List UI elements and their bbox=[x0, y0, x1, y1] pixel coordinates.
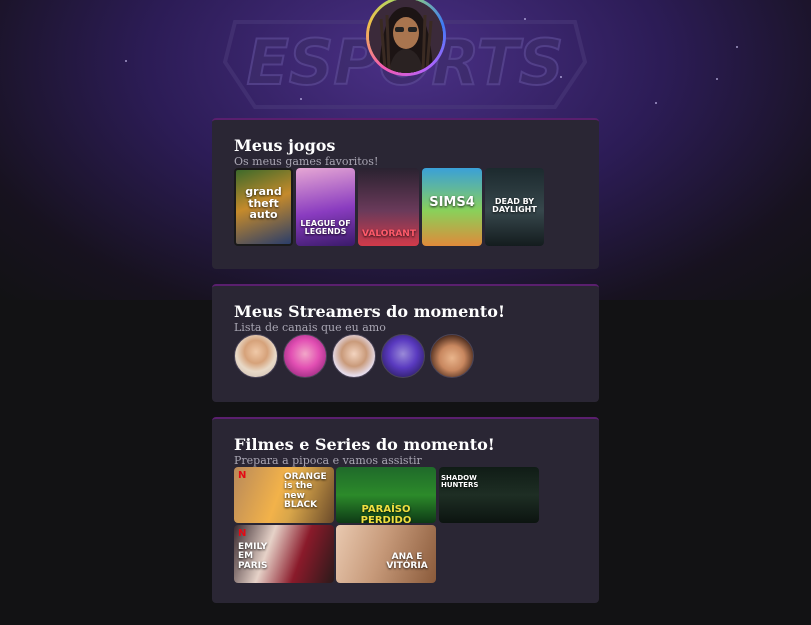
star-decoration bbox=[716, 78, 718, 80]
games-title: Meus jogos bbox=[234, 136, 336, 155]
show-paraiso-perdido[interactable]: PARAÍSO PERDIDO bbox=[336, 467, 436, 523]
show-orange-is-the-new-black-label: ORANGE is the new BLACK bbox=[284, 472, 327, 511]
streamer-avatar-4[interactable] bbox=[381, 334, 425, 378]
streamer-avatar-1[interactable] bbox=[234, 334, 278, 378]
show-paraiso-perdido-label: PARAÍSO PERDIDO bbox=[360, 504, 412, 523]
game-the-sims-4-label: SIMS4 bbox=[429, 195, 475, 210]
game-gta-v[interactable]: grand theft auto bbox=[234, 168, 293, 246]
star-decoration bbox=[736, 46, 738, 48]
game-league-of-legends-label: LEAGUE OF LEGENDS bbox=[300, 219, 351, 237]
star-decoration bbox=[655, 102, 657, 104]
netflix-icon: N bbox=[238, 470, 247, 481]
streamers-card: Meus Streamers do momento! Lista de cana… bbox=[212, 284, 599, 402]
streamer-avatar-3[interactable] bbox=[332, 334, 376, 378]
star-decoration bbox=[125, 60, 127, 62]
game-the-sims-4[interactable]: SIMS4 bbox=[422, 168, 482, 246]
show-shadowhunters[interactable]: SHADOW HUNTERS bbox=[439, 467, 539, 523]
show-shadowhunters-label: SHADOW HUNTERS bbox=[441, 474, 479, 490]
show-emily-em-paris-label: EMILY EM PARIS bbox=[238, 542, 268, 571]
streamers-title: Meus Streamers do momento! bbox=[234, 302, 505, 321]
shows-title: Filmes e Series do momento! bbox=[234, 435, 495, 454]
streamers-subtitle: Lista de canais que eu amo bbox=[234, 321, 386, 334]
show-ana-e-vitoria-label: ANA E VITÓRIA bbox=[386, 552, 428, 572]
show-orange-is-the-new-black[interactable]: N ORANGE is the new BLACK bbox=[234, 467, 334, 523]
shows-subtitle: Prepara a pipoca e vamos assistir bbox=[234, 454, 422, 467]
star-decoration bbox=[524, 18, 526, 20]
netflix-icon: N bbox=[238, 528, 247, 539]
game-dead-by-daylight[interactable]: DEAD BY DAYLIGHT bbox=[485, 168, 544, 246]
avatar-image bbox=[369, 0, 443, 73]
star-decoration bbox=[300, 98, 302, 100]
streamer-avatar-2[interactable] bbox=[283, 334, 327, 378]
games-subtitle: Os meus games favoritos! bbox=[234, 155, 379, 168]
game-valorant-label: VALORANT bbox=[362, 229, 416, 239]
game-dead-by-daylight-label: DEAD BY DAYLIGHT bbox=[492, 197, 537, 215]
game-league-of-legends[interactable]: LEAGUE OF LEGENDS bbox=[296, 168, 355, 246]
show-ana-e-vitoria[interactable]: ANA E VITÓRIA bbox=[336, 525, 436, 583]
star-decoration bbox=[560, 76, 562, 78]
games-card: Meus jogos Os meus games favoritos! gran… bbox=[212, 118, 599, 269]
game-valorant[interactable]: VALORANT bbox=[358, 168, 419, 246]
game-gta-v-label: grand theft auto bbox=[245, 185, 282, 222]
shows-card: Filmes e Series do momento! Prepara a pi… bbox=[212, 417, 599, 603]
streamer-avatar-5[interactable] bbox=[430, 334, 474, 378]
profile-avatar bbox=[369, 0, 443, 73]
show-emily-em-paris[interactable]: N EMILY EM PARIS bbox=[234, 525, 334, 583]
